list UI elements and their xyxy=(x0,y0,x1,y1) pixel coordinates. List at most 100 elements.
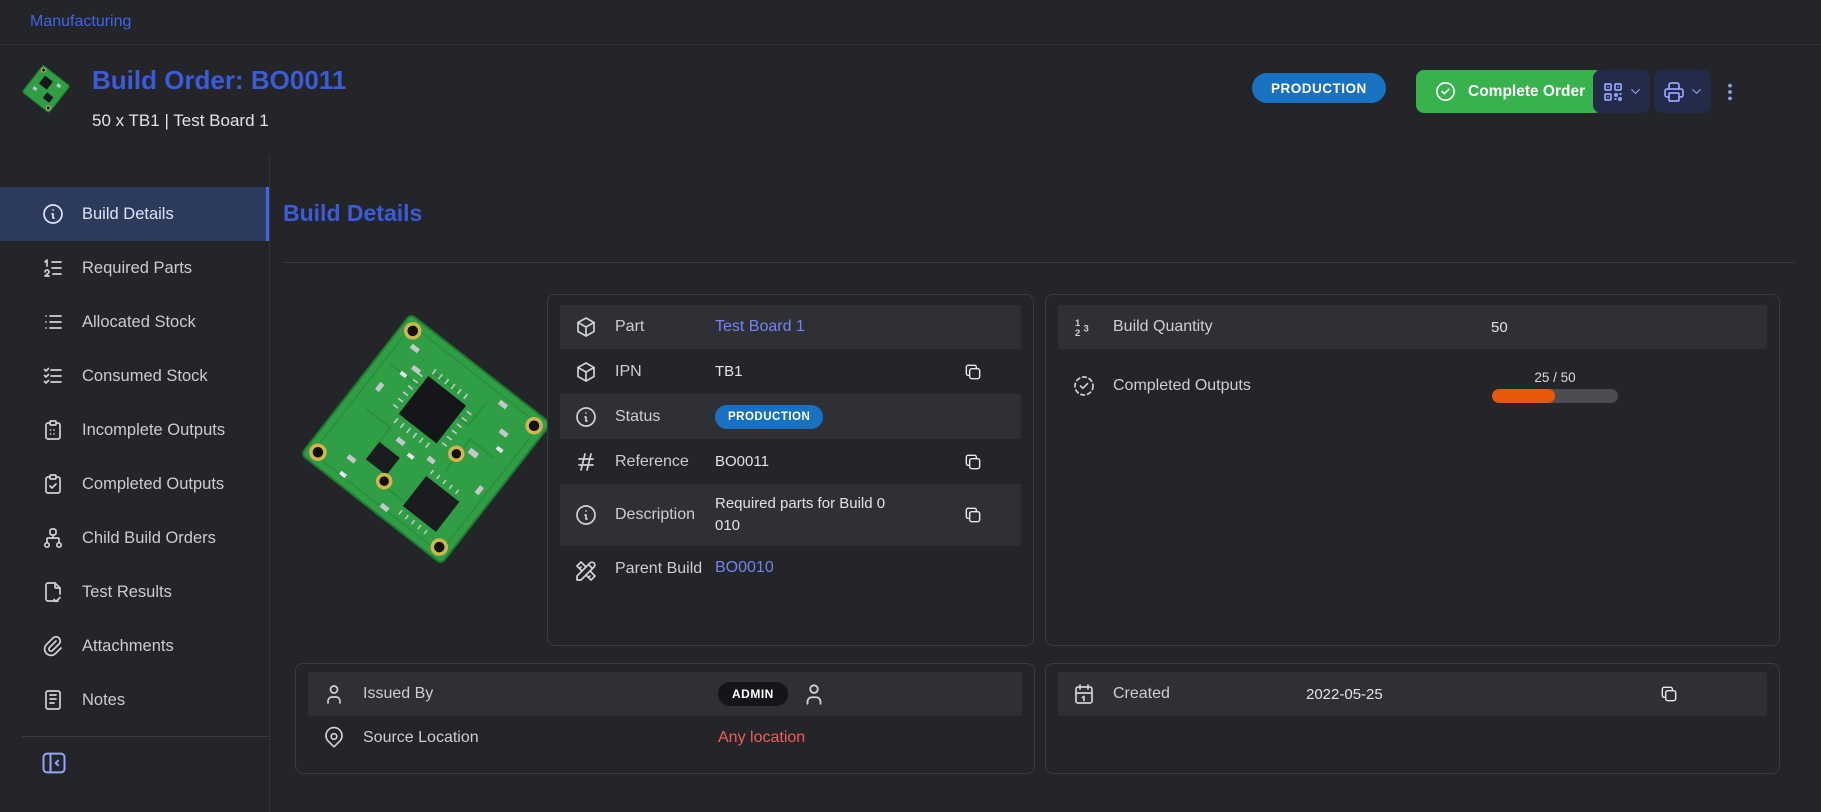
sidebar-item-label: Build Details xyxy=(82,205,174,224)
sidebar-item-notes[interactable]: Notes xyxy=(0,673,269,727)
sidebar-item-label: Attachments xyxy=(82,637,174,656)
info-circle-icon xyxy=(574,405,598,429)
user-icon xyxy=(801,681,827,707)
panel-title: Build Details xyxy=(283,200,422,227)
table-row-status: Status PRODUCTION xyxy=(560,394,1021,439)
completed-outputs-progress: 25 / 50 xyxy=(1491,370,1619,403)
qrcode-icon xyxy=(1601,80,1625,104)
row-label: Description xyxy=(615,505,715,525)
completed-outputs-progress-fill xyxy=(1492,389,1555,403)
copy-button[interactable] xyxy=(963,505,983,525)
more-actions-button[interactable] xyxy=(1712,76,1748,108)
sidebar-item-label: Consumed Stock xyxy=(82,367,208,386)
row-label: IPN xyxy=(615,362,715,382)
row-label: Parent Build xyxy=(615,559,715,579)
sidebar-item-label: Notes xyxy=(82,691,125,710)
row-label: Build Quantity xyxy=(1113,317,1491,337)
build-order-page: { "colors": { "page-bg": "#242529", "acc… xyxy=(0,0,1821,812)
table-row-completed-outputs: Completed Outputs 25 / 50 xyxy=(1058,349,1767,423)
sidebar-item-incomplete-outputs[interactable]: Incomplete Outputs xyxy=(0,403,269,457)
map-pin-icon xyxy=(322,726,346,750)
tools-icon xyxy=(574,559,598,583)
calendar-icon xyxy=(1072,682,1096,706)
printer-icon xyxy=(1662,80,1686,104)
row-label: Status xyxy=(615,407,715,427)
panel-title-divider xyxy=(283,262,1795,263)
created-table: Created 2022-05-25 xyxy=(1045,663,1780,774)
sidebar-item-required-parts[interactable]: Required Parts xyxy=(0,241,269,295)
sidebar-item-allocated-stock[interactable]: Allocated Stock xyxy=(0,295,269,349)
breadcrumb: Manufacturing xyxy=(0,0,1821,45)
table-row-issued-by: Issued By ADMIN xyxy=(308,672,1022,716)
sidebar-item-completed-outputs[interactable]: Completed Outputs xyxy=(0,457,269,511)
progress-label: 25 / 50 xyxy=(1534,370,1575,385)
sidebar-collapse-icon xyxy=(40,749,68,777)
status-badge: PRODUCTION xyxy=(715,405,823,429)
ipn-value: TB1 xyxy=(715,363,743,380)
part-thumbnail-image[interactable] xyxy=(20,61,72,117)
notes-icon xyxy=(41,688,65,712)
sidebar-divider xyxy=(22,736,270,737)
copy-icon xyxy=(1659,684,1679,704)
chevron-down-icon xyxy=(1689,84,1704,99)
info-circle-icon xyxy=(41,202,65,226)
chevron-down-icon xyxy=(1628,84,1643,99)
box-icon xyxy=(574,360,598,384)
qr-actions-button[interactable] xyxy=(1593,70,1650,113)
clipboard-list-icon xyxy=(41,418,65,442)
complete-order-label: Complete Order xyxy=(1468,83,1585,101)
hash-icon xyxy=(574,450,598,474)
table-row-description: Description Required parts for Build 001… xyxy=(560,484,1021,546)
complete-order-button[interactable]: Complete Order xyxy=(1416,70,1603,113)
sidebar: Build Details Required Parts Allocated S… xyxy=(0,155,270,812)
description-value: Required parts for Build 0010 xyxy=(715,493,889,537)
sidebar-item-label: Required Parts xyxy=(82,259,192,278)
copy-icon xyxy=(963,362,983,382)
status-badge: PRODUCTION xyxy=(1252,73,1386,103)
source-location-value: Any location xyxy=(718,729,805,747)
page-header: Build Order: BO0011 50 x TB1 | Test Boar… xyxy=(0,45,1821,155)
svg-text:3: 3 xyxy=(1084,324,1089,335)
circle-check-icon xyxy=(1434,80,1457,103)
user-icon xyxy=(322,682,346,706)
issue-table: Issued By ADMIN Source Location Any loca… xyxy=(295,663,1035,774)
page-title: Build Order: BO0011 xyxy=(92,65,346,96)
table-row-created: Created 2022-05-25 xyxy=(1058,672,1767,716)
sidebar-item-build-details[interactable]: Build Details xyxy=(0,187,269,241)
file-check-icon xyxy=(41,580,65,604)
sidebar-item-consumed-stock[interactable]: Consumed Stock xyxy=(0,349,269,403)
build-quantity-table: 123 Build Quantity 50 Completed Outputs … xyxy=(1045,294,1780,646)
table-row-part: Part Test Board 1 xyxy=(560,305,1021,349)
sidebar-item-attachments[interactable]: Attachments xyxy=(0,619,269,673)
copy-button[interactable] xyxy=(963,452,983,472)
sidebar-collapse-button[interactable] xyxy=(40,749,68,777)
table-row-reference: Reference BO0011 xyxy=(560,439,1021,484)
part-link[interactable]: Test Board 1 xyxy=(715,318,805,336)
copy-button[interactable] xyxy=(963,362,983,382)
box-icon xyxy=(574,315,598,339)
sidebar-item-label: Test Results xyxy=(82,583,172,602)
sidebar-item-label: Incomplete Outputs xyxy=(82,421,225,440)
row-label: Source Location xyxy=(363,728,718,748)
breadcrumb-link-manufacturing[interactable]: Manufacturing xyxy=(30,13,131,31)
copy-button[interactable] xyxy=(1659,684,1679,704)
row-label: Part xyxy=(615,317,715,337)
paperclip-icon xyxy=(41,634,65,658)
sidebar-item-test-results[interactable]: Test Results xyxy=(0,565,269,619)
svg-text:2: 2 xyxy=(1075,328,1080,339)
print-actions-button[interactable] xyxy=(1654,70,1711,113)
row-label: Completed Outputs xyxy=(1113,376,1491,396)
list-numbers-icon xyxy=(41,256,65,280)
parent-build-link[interactable]: BO0010 xyxy=(715,559,774,577)
table-row-source-location: Source Location Any location xyxy=(308,716,1022,760)
build-quantity-value: 50 xyxy=(1491,319,1508,336)
progress-check-icon xyxy=(1072,374,1096,398)
row-label: Reference xyxy=(615,452,715,472)
table-row-parent-build: Parent Build BO0010 xyxy=(560,546,1021,638)
part-image[interactable] xyxy=(291,292,561,587)
list-icon xyxy=(41,310,65,334)
created-value: 2022-05-25 xyxy=(1306,686,1383,703)
sidebar-item-child-build-orders[interactable]: Child Build Orders xyxy=(0,511,269,565)
copy-icon xyxy=(963,452,983,472)
table-row-build-quantity: 123 Build Quantity 50 xyxy=(1058,305,1767,349)
